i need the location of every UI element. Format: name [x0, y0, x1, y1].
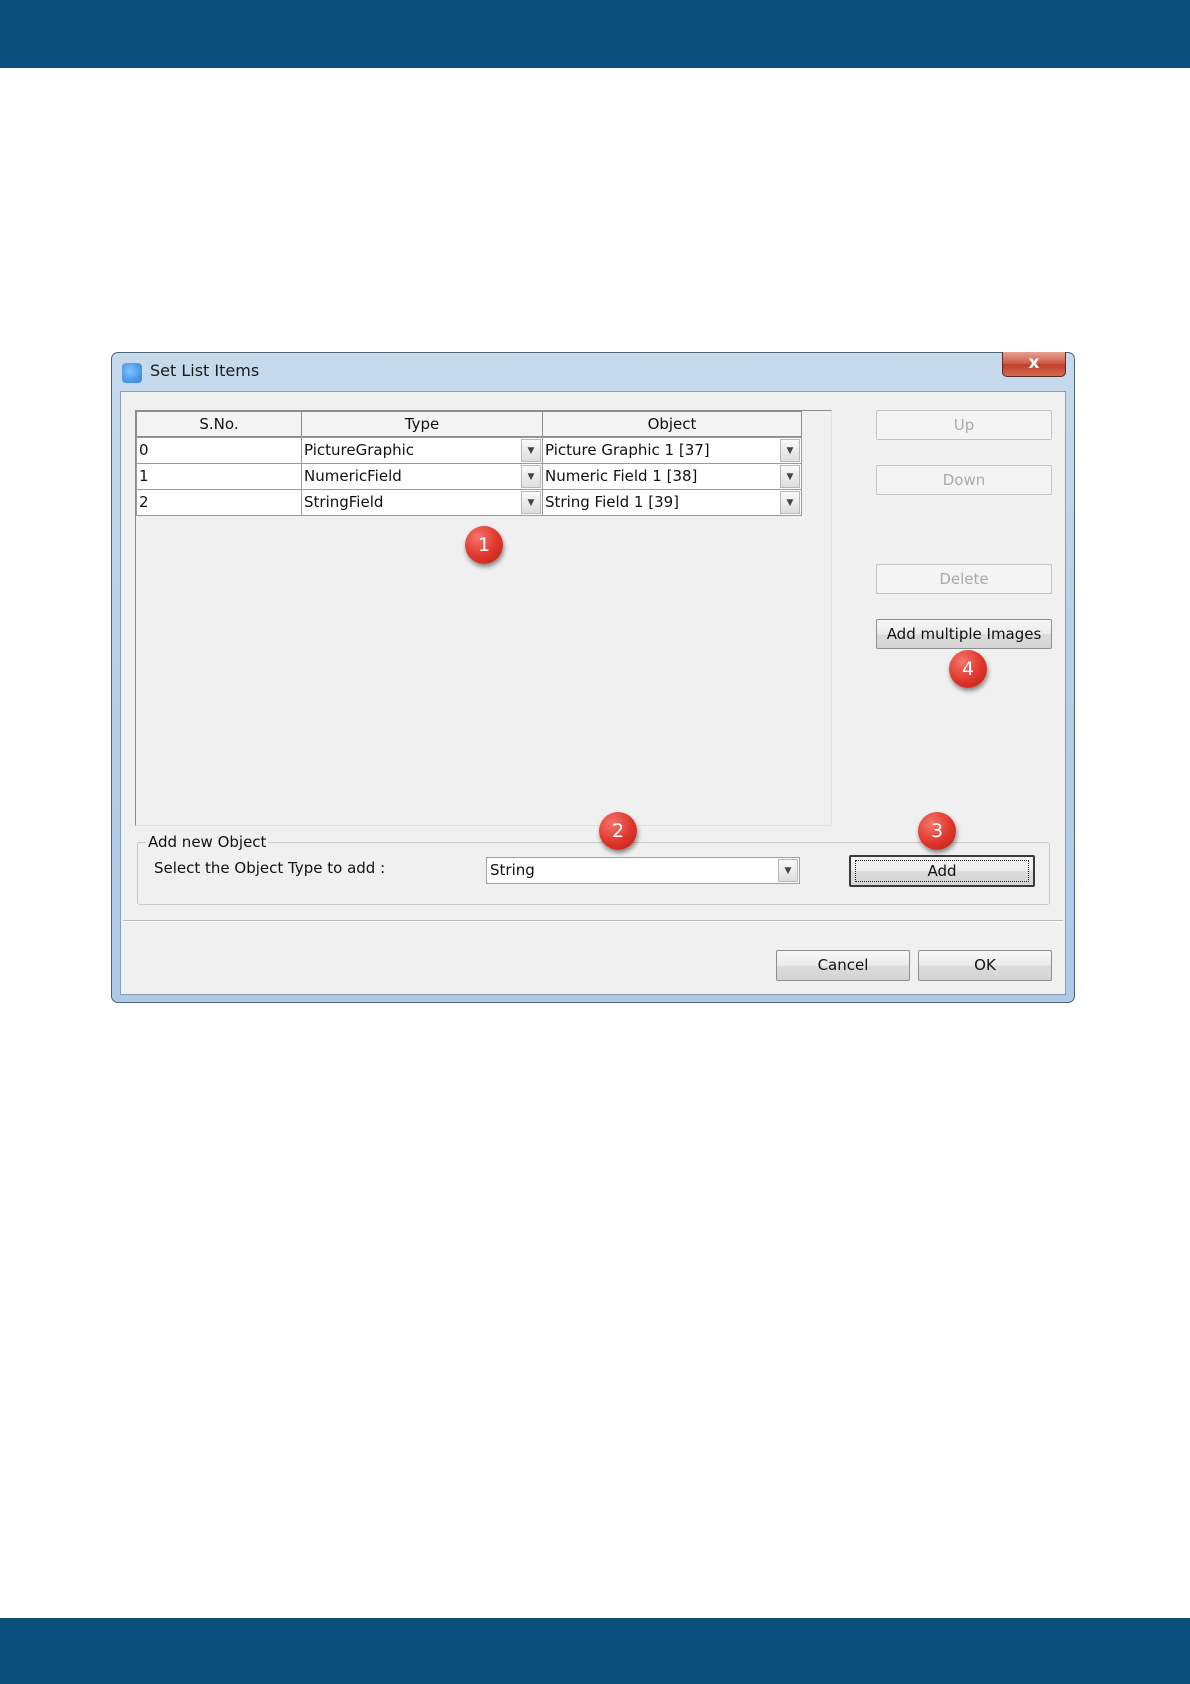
callout-badge-4: 4 — [949, 650, 987, 688]
cell-type-2[interactable]: StringField ▼ — [301, 489, 543, 516]
chevron-down-icon[interactable]: ▼ — [521, 439, 541, 462]
ok-button[interactable]: OK — [918, 950, 1052, 981]
type-value: PictureGraphic — [304, 441, 415, 459]
cell-type-0[interactable]: PictureGraphic ▼ — [301, 437, 543, 464]
sno-value: 1 — [139, 467, 149, 485]
column-header-sno[interactable]: S.No. — [136, 411, 302, 437]
column-header-type[interactable]: Type — [301, 411, 543, 437]
add-multiple-images-button[interactable]: Add multiple Images — [876, 619, 1052, 649]
list-items-table: S.No. Type Object 0 PictureGraphic ▼ Pict… — [135, 410, 832, 826]
group-legend: Add new Object — [146, 833, 269, 851]
up-button[interactable]: Up — [876, 410, 1052, 440]
column-header-object[interactable]: Object — [542, 411, 802, 437]
add-button[interactable]: Add — [849, 855, 1035, 887]
top-banner — [0, 0, 1190, 68]
type-value: NumericField — [304, 467, 402, 485]
object-value: String Field 1 [39] — [545, 493, 680, 511]
cell-sno-1[interactable]: 1 — [136, 463, 302, 490]
delete-button[interactable]: Delete — [876, 564, 1052, 594]
selected-type: String — [490, 861, 535, 879]
object-value: Numeric Field 1 [38] — [545, 467, 698, 485]
app-icon — [122, 363, 142, 383]
cell-object-0[interactable]: Picture Graphic 1 [37] ▼ — [542, 437, 802, 464]
footer-divider — [123, 920, 1063, 922]
focus-ring — [855, 860, 1029, 882]
sno-value: 2 — [139, 493, 149, 511]
bottom-banner — [0, 1618, 1190, 1684]
type-value: StringField — [304, 493, 384, 511]
dialog-client-area: S.No. Type Object 0 PictureGraphic ▼ Pict… — [120, 391, 1066, 995]
sno-value: 0 — [139, 441, 149, 459]
add-new-object-group: Add new Object Select the Object Type to… — [137, 833, 1050, 905]
cancel-button[interactable]: Cancel — [776, 950, 910, 981]
dialog-title: Set List Items — [150, 361, 260, 380]
callout-badge-1: 1 — [465, 526, 503, 564]
chevron-down-icon[interactable]: ▼ — [778, 859, 798, 882]
down-button[interactable]: Down — [876, 465, 1052, 495]
cell-object-2[interactable]: String Field 1 [39] ▼ — [542, 489, 802, 516]
cell-type-1[interactable]: NumericField ▼ — [301, 463, 543, 490]
close-icon: x — [1028, 353, 1040, 373]
cell-sno-2[interactable]: 2 — [136, 489, 302, 516]
chevron-down-icon[interactable]: ▼ — [521, 491, 541, 514]
callout-badge-3: 3 — [918, 812, 956, 850]
title-bar[interactable]: Set List Items x — [112, 352, 1074, 389]
object-type-prompt: Select the Object Type to add : — [154, 859, 386, 877]
chevron-down-icon[interactable]: ▼ — [521, 465, 541, 488]
set-list-items-dialog: Set List Items x S.No. Type Object 0 Pic… — [111, 352, 1075, 1003]
chevron-down-icon[interactable]: ▼ — [780, 465, 800, 488]
object-value: Picture Graphic 1 [37] — [545, 441, 710, 459]
cell-object-1[interactable]: Numeric Field 1 [38] ▼ — [542, 463, 802, 490]
cell-sno-0[interactable]: 0 — [136, 437, 302, 464]
callout-badge-2: 2 — [599, 812, 637, 850]
chevron-down-icon[interactable]: ▼ — [780, 439, 800, 462]
chevron-down-icon[interactable]: ▼ — [780, 491, 800, 514]
close-button[interactable]: x — [1002, 352, 1066, 377]
object-type-select[interactable]: String ▼ — [486, 857, 800, 884]
